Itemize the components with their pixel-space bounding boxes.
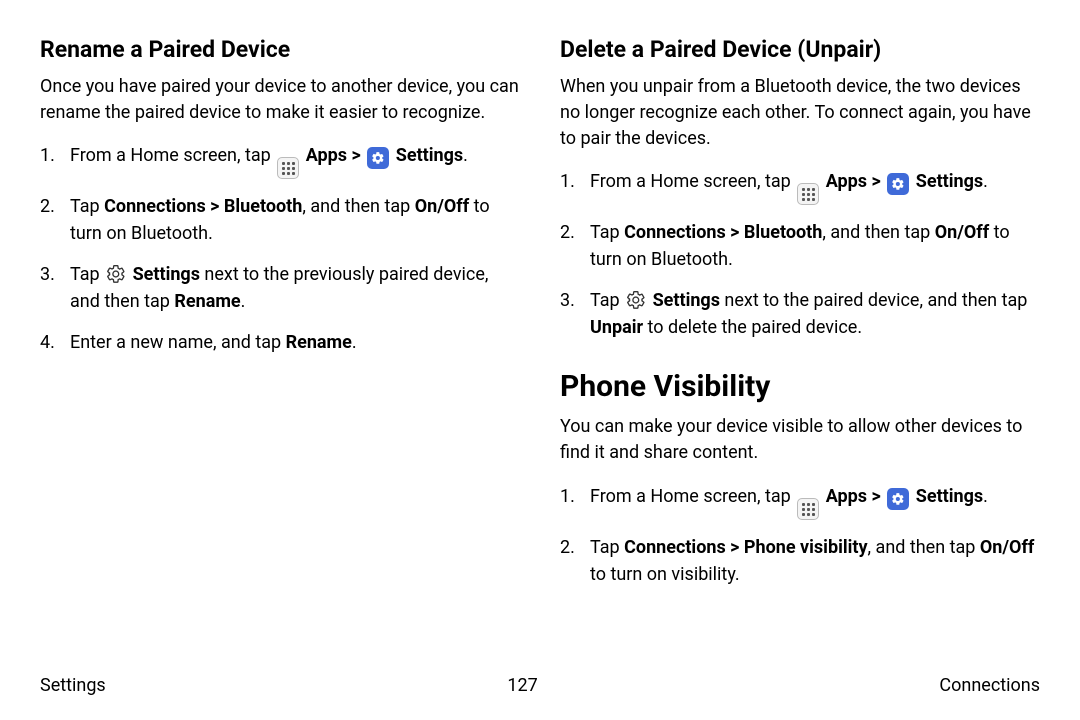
text: Tap [590,222,624,243]
bold: On/Off [935,222,989,243]
period: . [983,486,988,507]
heading-delete: Delete a Paired Device (Unpair) [560,36,1040,64]
text: next to the paired device, and then tap [720,290,1027,311]
apps-icon [797,183,819,205]
step-2: Tap Connections > Bluetooth, and then ta… [40,193,520,247]
bold: Rename [174,291,240,312]
settings-label: Settings [916,171,983,192]
text: to turn on visibility. [590,564,740,585]
settings-label: Settings [396,145,463,166]
apps-label: Apps [826,171,867,192]
steps-rename: From a Home screen, tap Apps > Settings.… [40,142,520,357]
step-4: Enter a new name, and tap Rename. [40,329,520,356]
text: From a Home screen, tap [590,486,795,507]
settings-icon [367,147,389,169]
heading-phone-visibility: Phone Visibility [560,369,1040,404]
apps-label: Apps [826,486,867,507]
text: Tap [70,196,104,217]
text: , and then tap [822,222,934,243]
text: From a Home screen, tap [590,171,795,192]
bold: Rename [286,332,352,353]
bold: Settings [133,264,200,285]
settings-label: Settings [916,486,983,507]
settings-icon [887,488,909,510]
text: Tap [590,290,624,311]
text: From a Home screen, tap [70,145,275,166]
intro-phone-visibility: You can make your device visible to allo… [560,414,1040,466]
right-column: Delete a Paired Device (Unpair) When you… [560,36,1040,602]
bold: Unpair [590,317,643,338]
apps-icon [277,157,299,179]
step-1: From a Home screen, tap Apps > Settings. [40,142,520,180]
period: . [463,145,468,166]
text: . [352,332,357,353]
separator: > [867,486,885,507]
bold: Settings [653,290,720,311]
separator: > [867,171,885,192]
text: Tap [70,264,104,285]
step-1: From a Home screen, tap Apps > Settings. [560,483,1040,521]
footer-left: Settings [40,675,106,696]
intro-delete: When you unpair from a Bluetooth device,… [560,74,1040,152]
footer-right: Connections [939,675,1040,696]
text: , and then tap [868,537,980,558]
text: . [241,291,246,312]
text: Tap [590,537,624,558]
gear-icon [626,290,646,310]
page-footer: Settings 127 Connections [40,675,1040,696]
steps-delete: From a Home screen, tap Apps > Settings.… [560,168,1040,342]
apps-icon [797,498,819,520]
bold: Connections > Bluetooth [624,222,822,243]
bold: Connections > Phone visibility [624,537,867,558]
step-2: Tap Connections > Bluetooth, and then ta… [560,219,1040,273]
bold: Connections > Bluetooth [104,196,302,217]
step-1: From a Home screen, tap Apps > Settings. [560,168,1040,206]
left-column: Rename a Paired Device Once you have pai… [40,36,520,602]
period: . [983,171,988,192]
bold: On/Off [415,196,469,217]
bold: On/Off [980,537,1034,558]
separator: > [347,145,365,166]
content-columns: Rename a Paired Device Once you have pai… [40,36,1040,602]
step-2: Tap Connections > Phone visibility, and … [560,534,1040,588]
apps-label: Apps [306,145,347,166]
heading-rename: Rename a Paired Device [40,36,520,64]
intro-rename: Once you have paired your device to anot… [40,74,520,126]
step-3: Tap Settings next to the paired device, … [560,287,1040,341]
text: Enter a new name, and tap [70,332,286,353]
settings-icon [887,173,909,195]
step-3: Tap Settings next to the previously pair… [40,261,520,315]
text: , and then tap [302,196,414,217]
text: to delete the paired device. [643,317,862,338]
footer-page-number: 127 [507,675,537,696]
gear-icon [106,264,126,284]
steps-phone-visibility: From a Home screen, tap Apps > Settings.… [560,483,1040,589]
